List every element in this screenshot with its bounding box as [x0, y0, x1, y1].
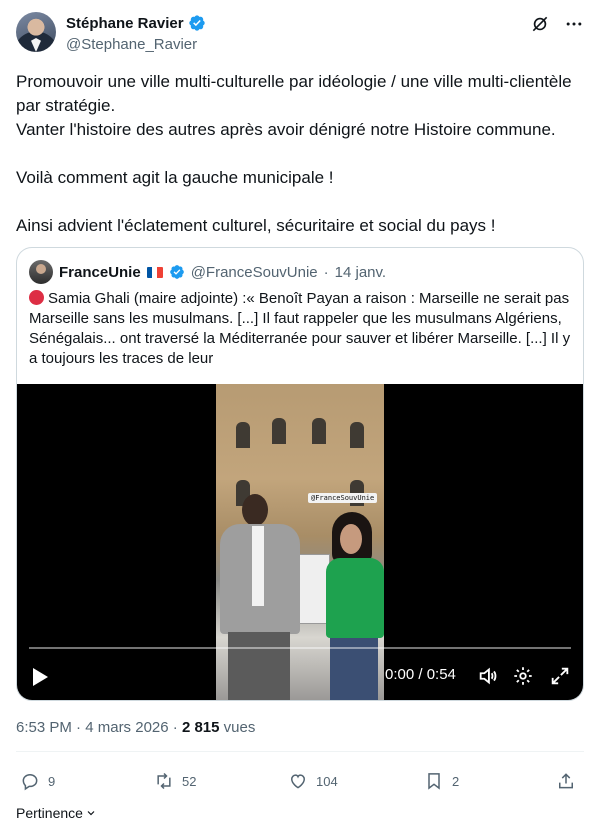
meta-separator: ·	[168, 719, 182, 736]
quoted-separator: ·	[323, 263, 329, 281]
video-progress-bar[interactable]	[29, 647, 571, 649]
repost-count: 52	[182, 773, 197, 789]
like-count: 104	[316, 773, 338, 789]
sort-label: Pertinence	[16, 805, 83, 821]
quoted-tweet[interactable]: FranceUnie @FranceSouvUnie · 14 janv. Sa…	[16, 247, 584, 701]
france-flag-icon	[146, 266, 163, 278]
reply-sort-dropdown[interactable]: Pertinence	[16, 805, 97, 821]
quoted-tweet-text: Samia Ghali (maire adjointe) :« Benoît P…	[29, 289, 573, 369]
tweet-date[interactable]: 4 mars 2026	[85, 719, 168, 736]
chevron-down-icon	[87, 811, 95, 816]
share-button[interactable]	[556, 768, 576, 794]
divider	[16, 751, 584, 752]
reply-button[interactable]: 9	[20, 768, 55, 794]
quoted-text-body: Samia Ghali (maire adjointe) :« Benoît P…	[29, 290, 571, 367]
repost-button[interactable]: 52	[154, 768, 196, 794]
play-icon[interactable]	[31, 667, 49, 687]
grok-icon[interactable]	[530, 14, 550, 34]
verified-badge-icon	[169, 265, 184, 279]
reply-count: 9	[48, 773, 56, 789]
quoted-date[interactable]: 14 janv.	[335, 264, 386, 281]
fullscreen-icon[interactable]	[549, 665, 571, 687]
video-player[interactable]: @FranceSouvUnie 0:00 / 0:54	[17, 384, 583, 700]
bookmark-icon	[428, 773, 440, 790]
settings-icon[interactable]	[512, 665, 534, 687]
views-label: vues	[219, 719, 256, 736]
author-name-row: Stéphane Ravier	[66, 14, 206, 32]
verified-badge-icon	[188, 15, 205, 31]
video-watermark: @FranceSouvUnie	[308, 493, 378, 503]
repost-icon	[157, 772, 171, 790]
more-icon[interactable]	[564, 14, 584, 34]
meta-separator: ·	[71, 719, 86, 736]
share-icon	[559, 773, 573, 789]
quoted-author-handle[interactable]: @FranceSouvUnie	[191, 264, 318, 281]
tweet-time[interactable]: 6:53 PM	[16, 719, 72, 736]
like-button[interactable]: 104	[288, 768, 338, 794]
video-controls: 0:00 / 0:54	[17, 647, 583, 700]
red-circle-icon	[29, 290, 44, 305]
tweet-text: Promouvoir une ville multi-culturelle pa…	[16, 72, 572, 235]
author-display-name[interactable]: Stéphane Ravier	[66, 15, 184, 32]
tweet-header: Stéphane Ravier @Stephane_Ravier	[16, 12, 584, 56]
quoted-author-name[interactable]: FranceUnie	[59, 264, 141, 281]
tweet-meta: 6:53 PM · 4 mars 2026 · 2 815 vues	[16, 719, 255, 736]
views-count: 2 815	[181, 719, 220, 736]
quoted-tweet-header: FranceUnie @FranceSouvUnie · 14 janv.	[29, 260, 386, 284]
quoted-author-avatar[interactable]	[29, 260, 53, 284]
header-actions	[530, 14, 584, 34]
bookmark-count: 2	[452, 773, 460, 789]
author-avatar[interactable]	[16, 12, 56, 52]
heart-icon	[290, 774, 306, 789]
author-handle[interactable]: @Stephane_Ravier	[66, 36, 197, 53]
action-bar: 9 52 104 2	[16, 768, 584, 794]
bookmark-button[interactable]: 2	[424, 768, 459, 794]
volume-icon[interactable]	[477, 665, 499, 687]
video-time: 0:00 / 0:54	[385, 666, 456, 683]
reply-icon	[22, 773, 38, 791]
